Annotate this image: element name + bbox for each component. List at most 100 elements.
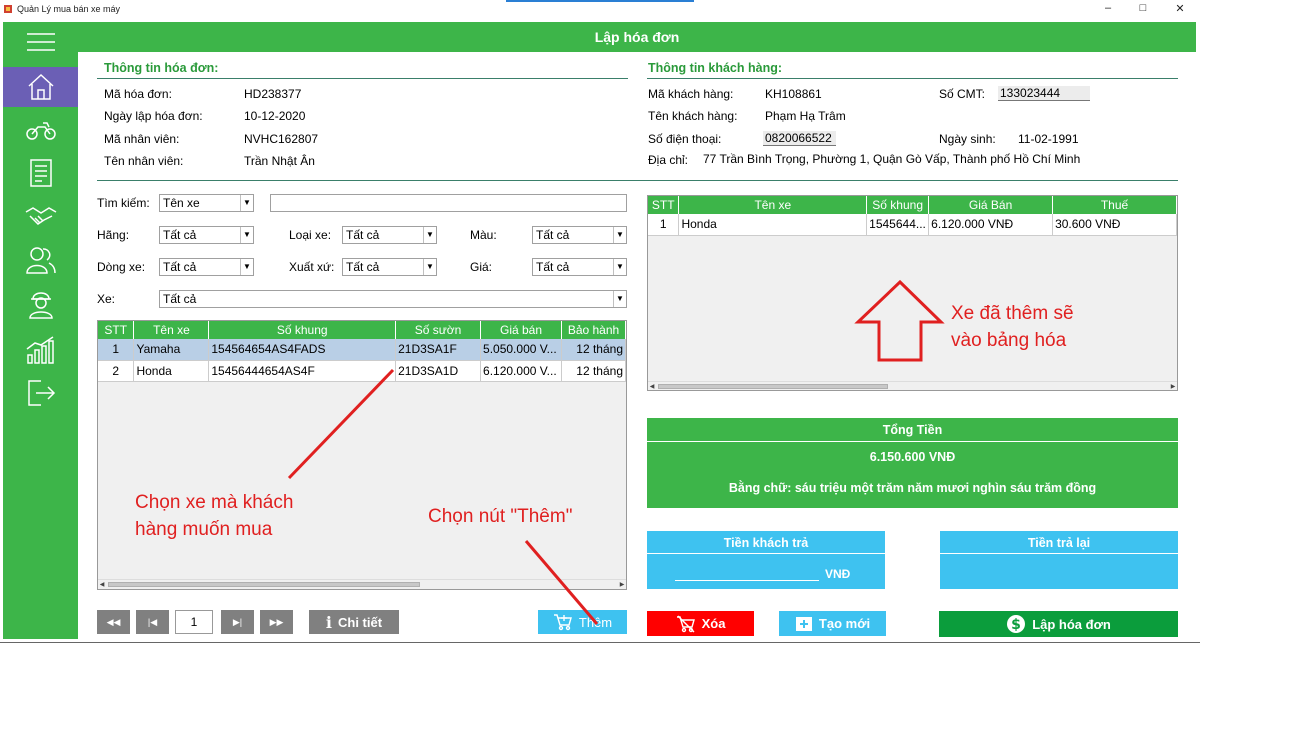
divider [647,78,1178,79]
chevron-down-icon: ▼ [613,227,626,243]
customer-paid-label: Tiền khách trả [647,531,885,554]
last-page-button[interactable]: ▶▶ [260,610,293,634]
add-button[interactable]: Thêm [538,610,627,634]
invoice-date-value: 10-12-2020 [244,109,306,123]
horizontal-scrollbar[interactable]: ◀ ▶ [648,381,1177,390]
detail-button[interactable]: i Chi tiết [309,610,399,634]
employee-name-value: Trần Nhật Ân [244,154,315,168]
column-header[interactable]: STT [648,196,680,214]
table-cell: Honda [133,360,210,382]
address-label: Địa chỉ: [648,153,689,167]
cart-add-icon [553,614,572,631]
column-header[interactable]: Số sườn [395,321,482,339]
table-cell: 2 [98,360,135,382]
line-label: Dòng xe: [97,260,146,274]
first-page-button[interactable]: ◀◀ [97,610,130,634]
close-button[interactable]: ✕ [1172,2,1188,16]
customer-info-title: Thông tin khách hàng: [648,61,783,75]
color-label: Màu: [470,228,497,242]
annotation-text: Chọn nút "Thêm" [428,506,573,527]
prev-page-button[interactable]: |◀ [136,610,169,634]
price-label: Giá: [470,260,493,274]
table-row[interactable]: 1 Honda 1545644... 6.120.000 VNĐ 30.600 … [648,214,1177,236]
customer-name-value: Phạm Hạ Trâm [765,109,846,123]
menu-icon[interactable] [3,22,78,62]
new-button[interactable]: Tạo mới [779,611,886,636]
column-header[interactable]: Số khung [866,196,930,214]
type-select[interactable]: Tất cả ▼ [342,226,437,244]
color-select[interactable]: Tất cả ▼ [532,226,627,244]
table-cell: 1545644... [866,214,930,236]
invoice-icon[interactable] [3,153,78,193]
currency-unit: VNĐ [825,567,851,581]
create-invoice-button[interactable]: $ Lập hóa đơn [939,611,1178,637]
motorbike-icon[interactable] [3,110,78,150]
page-number-input[interactable]: 1 [175,610,213,634]
invoice-date-label: Ngày lập hóa đơn: [104,109,203,123]
app-icon [4,5,12,13]
cart-remove-icon [676,615,695,632]
bike-table[interactable]: STT Tên xe Số khung Số sườn Giá bán Bảo … [97,320,627,590]
column-header[interactable]: Thuế [1052,196,1177,214]
scrollbar-thumb[interactable] [658,384,888,389]
divider [97,78,628,79]
customer-paid-input[interactable] [675,565,819,581]
invoice-id-label: Mã hóa đơn: [104,87,172,101]
customer-name-label: Tên khách hàng: [648,109,738,123]
column-header[interactable]: Giá Bán [928,196,1054,214]
table-cell: 21D3SA1D [395,360,482,382]
chevron-down-icon: ▼ [423,259,436,275]
table-row[interactable]: 2 Honda 15456444654AS4F 21D3SA1D 6.120.0… [98,360,626,382]
table-cell: 1 [98,339,135,361]
search-input[interactable] [270,194,627,212]
change-label: Tiền trả lại [940,531,1178,554]
column-header[interactable]: Tên xe [678,196,868,214]
logout-icon[interactable] [3,373,78,413]
search-by-select[interactable]: Tên xe ▼ [159,194,254,212]
employee-icon[interactable] [3,284,78,324]
employee-id-value: NVHC162807 [244,132,319,146]
next-page-button[interactable]: ▶| [221,610,254,634]
window-title: Quản Lý mua bán xe máy [17,4,121,14]
table-row[interactable]: 1 Yamaha 154564654AS4FADS 21D3SA1F 5.050… [98,339,626,361]
invoice-id-value: HD238377 [244,87,302,101]
scrollbar-thumb[interactable] [108,582,420,587]
info-icon: i [325,612,332,632]
column-header[interactable]: Số khung [208,321,397,339]
divider [97,180,1178,181]
customer-paid-panel: Tiền khách trả VNĐ [647,531,885,589]
invoice-detail-table[interactable]: STT Tên xe Số khung Giá Bán Thuế 1 Honda… [647,195,1178,391]
handshake-icon[interactable] [3,197,78,237]
page-title: Lập hóa đơn [78,22,1196,52]
bike-label: Xe: [97,292,116,306]
chevron-down-icon: ▼ [423,227,436,243]
table-cell: 154564654AS4FADS [208,339,397,361]
column-header[interactable]: Tên xe [133,321,210,339]
id-card-label: Số CMT: [939,87,986,101]
birthday-value: 11-02-1991 [1018,132,1079,146]
employee-id-label: Mã nhân viên: [104,132,180,146]
horizontal-scrollbar[interactable]: ◀ ▶ [98,579,626,589]
id-card-value: 133023444 [998,86,1090,101]
line-select[interactable]: Tất cả ▼ [159,258,254,276]
customers-icon[interactable] [3,240,78,280]
home-icon[interactable] [3,67,78,107]
search-label: Tìm kiếm: [97,196,150,210]
chevron-down-icon: ▼ [613,259,626,275]
delete-button[interactable]: Xóa [647,611,754,636]
minimize-button[interactable]: – [1100,2,1116,16]
statistics-icon[interactable] [3,330,78,370]
column-header[interactable]: STT [98,321,135,339]
svg-text:$: $ [1011,617,1021,633]
table-header: STT Tên xe Số khung Số sườn Giá bán Bảo … [98,321,626,339]
origin-select[interactable]: Tất cả ▼ [342,258,437,276]
customer-id-label: Mã khách hàng: [648,87,734,101]
maximize-button[interactable]: □ [1135,2,1151,16]
column-header[interactable]: Giá bán [480,321,563,339]
bike-select[interactable]: Tất cả ▼ [159,290,627,308]
column-header[interactable]: Bảo hành [561,321,626,339]
table-cell: 6.120.000 VNĐ [928,214,1054,236]
price-select[interactable]: Tất cả ▼ [532,258,627,276]
brand-select[interactable]: Tất cả ▼ [159,226,254,244]
brand-label: Hãng: [97,228,130,242]
